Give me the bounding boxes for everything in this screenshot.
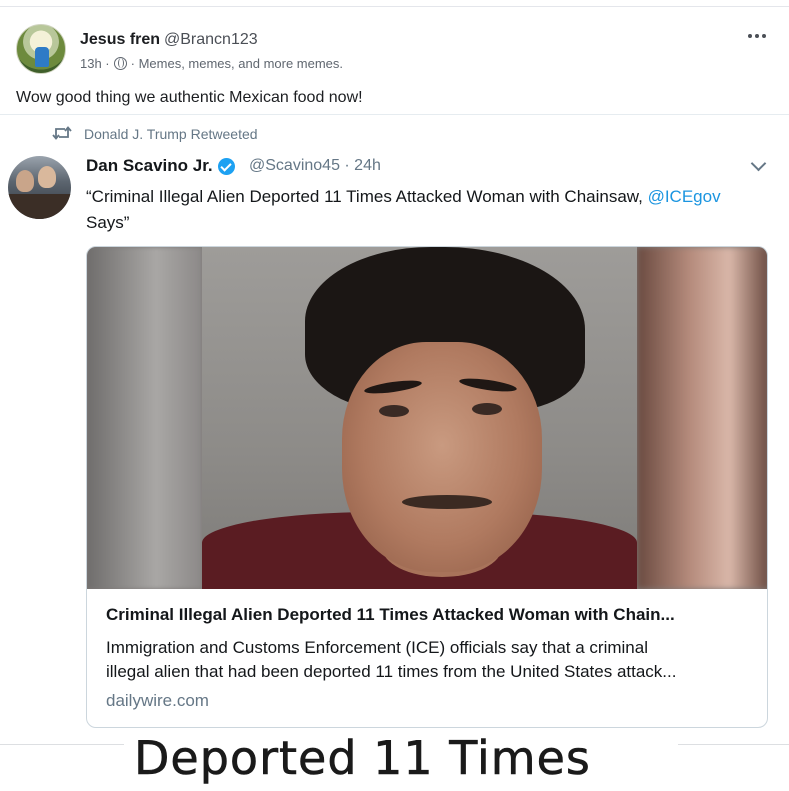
meme-caption-text: Deported 11 Times <box>134 731 591 786</box>
poster-name[interactable]: Jesus fren <box>80 31 160 49</box>
tweet-text: “Criminal Illegal Alien Deported 11 Time… <box>86 184 766 236</box>
card-description-line-2: illegal alien that had been deported 11 … <box>106 662 677 681</box>
card-description-line-1: Immigration and Customs Enforcement (ICE… <box>106 638 648 657</box>
card-description: Immigration and Customs Enforcement (ICE… <box>106 636 756 684</box>
post-meta: 13h · · Memes, memes, and more memes. <box>80 56 343 71</box>
tweet-author-name[interactable]: Dan Scavino Jr. <box>86 156 235 176</box>
tweet-author-handle[interactable]: @Scavino45 · 24h <box>249 157 381 175</box>
poster-handle[interactable]: @Brancn123 <box>164 31 258 49</box>
top-divider <box>0 6 789 7</box>
retweeted-by-label[interactable]: Donald J. Trump Retweeted <box>84 126 258 142</box>
post-text: Wow good thing we authentic Mexican food… <box>16 89 363 106</box>
poster-avatar[interactable] <box>16 24 66 74</box>
avatar-figure <box>35 47 49 67</box>
more-options-icon[interactable] <box>748 34 770 44</box>
icegov-mention-link[interactable]: @ICEgov <box>648 187 721 206</box>
retweet-icon <box>52 126 72 140</box>
card-title: Criminal Illegal Alien Deported 11 Times… <box>106 605 675 624</box>
image-eye-left <box>379 405 409 417</box>
verified-badge-icon <box>217 157 235 175</box>
mugshot-image <box>87 247 767 589</box>
globe-icon <box>113 57 127 70</box>
post-time[interactable]: 13h · <box>80 56 110 71</box>
avatar-person-right <box>38 166 56 188</box>
link-preview-card[interactable]: Criminal Illegal Alien Deported 11 Times… <box>86 246 768 728</box>
chevron-down-icon[interactable] <box>751 158 765 172</box>
tweet-author-name-text: Dan Scavino Jr. <box>86 156 213 175</box>
post-group[interactable]: · Memes, memes, and more memes. <box>131 56 343 71</box>
image-right-blur <box>637 247 767 589</box>
image-eye-right <box>472 403 502 415</box>
tweet-author-avatar[interactable] <box>8 156 71 219</box>
image-face <box>342 342 542 572</box>
avatar-desk <box>8 194 71 219</box>
card-domain: dailywire.com <box>106 691 209 710</box>
avatar-person-left <box>16 170 34 192</box>
tweet-text-start: “Criminal Illegal Alien Deported 11 Time… <box>86 187 648 206</box>
tweet-text-end: Says” <box>86 213 130 232</box>
image-mustache <box>402 495 492 509</box>
meme-caption: Deported 11 Times <box>124 729 678 791</box>
image-left-blur <box>87 247 202 589</box>
